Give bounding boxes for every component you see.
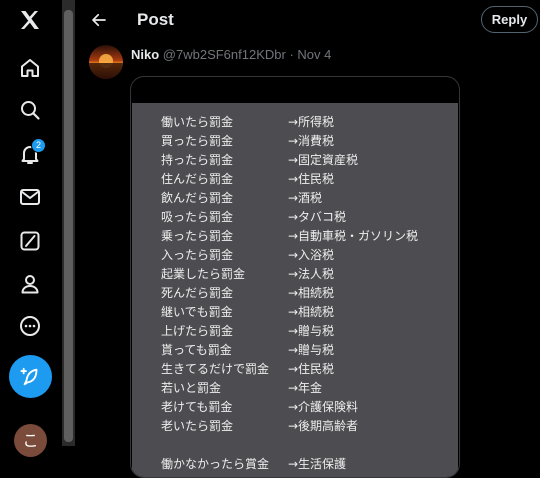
image-row-left: 持ったら罰金 (161, 153, 234, 167)
feather-plus-icon (19, 367, 37, 385)
image-row-left: 入ったら罰金 (161, 248, 234, 262)
image-row-right: →住民税 (288, 172, 335, 186)
back-button[interactable] (88, 9, 110, 31)
image-row-right: →所得税 (288, 115, 335, 129)
image-row-right: →入浴税 (288, 248, 335, 262)
image-row-left: 起業したら罰金 (161, 267, 246, 281)
image-row-left: 老けても罰金 (161, 400, 233, 414)
image-row-right: →法人税 (288, 267, 335, 281)
home-icon[interactable] (16, 54, 44, 82)
reply-button[interactable]: Reply (481, 6, 538, 33)
image-row-left: 働いたら罰金 (161, 115, 234, 129)
image-row-right: →住民税 (288, 362, 335, 376)
account-avatar[interactable]: こ (14, 424, 47, 457)
image-row-right: →タバコ税 (288, 210, 347, 224)
image-row-right: →酒税 (288, 191, 323, 205)
image-row-left: 吸ったら罰金 (161, 210, 234, 224)
image-row-left: 老いたら罰金 (161, 419, 234, 433)
tweet-media-image[interactable]: 働いたら罰金 →所得税買ったら罰金 →消費税持ったら罰金 →固定資産税住んだら罰金 →住… (130, 76, 460, 478)
image-row-right: →年金 (288, 381, 323, 395)
image-row-left: 飲んだら罰金 (161, 191, 234, 205)
x-logo-icon[interactable] (16, 6, 44, 34)
author-avatar[interactable] (89, 45, 123, 79)
back-arrow-icon (92, 13, 106, 27)
image-row-left: 若いと罰金 (161, 381, 222, 395)
image-row-right: →贈与税 (288, 324, 335, 338)
sidebar: 2 こ (0, 0, 60, 468)
search-icon[interactable] (16, 96, 44, 124)
page-title: Post (137, 10, 174, 29)
image-row-left: 継いでも罰金 (161, 305, 233, 319)
scrollbar-thumb[interactable] (64, 10, 73, 442)
image-row-left: 乗ったら罰金 (161, 229, 234, 243)
image-row-left: 働かなかったら賞金 (161, 457, 270, 471)
tweet-author-line: Niko @7wb2SF6nf12KDbr · Nov 4 (131, 47, 331, 62)
profile-person-icon[interactable] (16, 270, 44, 298)
image-row-left: 上げたら罰金 (161, 324, 234, 338)
image-row-right: →相続税 (288, 305, 335, 319)
image-row-right: →固定資産税 (288, 153, 359, 167)
notifications-badge: 2 (31, 138, 46, 153)
compose-post-button[interactable] (9, 355, 52, 398)
image-row-right: →自動車税・ガソリン税 (288, 229, 419, 243)
author-handle-date[interactable]: @7wb2SF6nf12KDbr · Nov 4 (163, 47, 332, 62)
more-options-icon[interactable] (16, 312, 44, 340)
messages-envelope-icon[interactable] (16, 183, 44, 211)
image-row-right: →介護保険料 (288, 400, 359, 414)
image-text-panel: 働いたら罰金 →所得税買ったら罰金 →消費税持ったら罰金 →固定資産税住んだら罰金 →住… (132, 103, 458, 477)
image-row-left: 生きてるだけで罰金 (161, 362, 270, 376)
image-row-left: 住んだら罰金 (161, 172, 234, 186)
author-name[interactable]: Niko (131, 47, 159, 62)
image-row-right: →贈与税 (288, 343, 335, 357)
image-row-left: 死んだら罰金 (161, 286, 234, 300)
image-row-left: 買ったら罰金 (161, 134, 234, 148)
image-row-right: →後期高齢者 (288, 419, 359, 433)
image-row-right: →消費税 (288, 134, 335, 148)
image-row-left: 貰っても罰金 (161, 343, 232, 357)
image-row-right: →生活保護 (288, 457, 347, 471)
grok-icon[interactable] (16, 227, 44, 255)
image-row-right: →相続税 (288, 286, 335, 300)
